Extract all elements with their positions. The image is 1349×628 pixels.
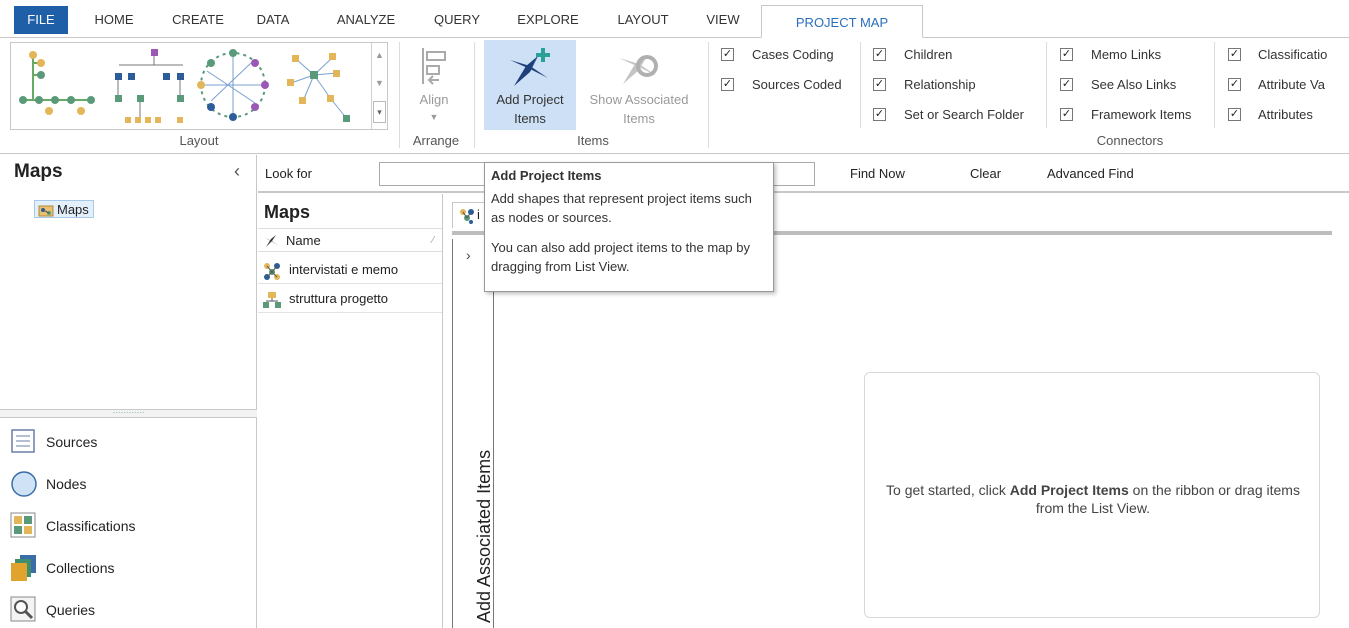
tooltip-body-secondary: You can also add project items to the ma… [491, 240, 750, 274]
tab-data[interactable]: DATA [252, 8, 294, 32]
sources-icon [11, 429, 35, 453]
queries-icon [10, 596, 36, 622]
map-column-icon [265, 235, 279, 247]
add-project-items-icon [510, 48, 550, 86]
add-project-items-tooltip: Add Project Items Add shapes that repres… [484, 162, 774, 292]
gallery-expand-icon[interactable]: ▾ [373, 101, 386, 123]
tab-explore[interactable]: EXPLORE [512, 8, 584, 32]
show-associated-items-icon [619, 55, 658, 84]
add-project-items-button[interactable]: Add Project Items [484, 40, 576, 130]
checkbox-icon: ✓ [1228, 48, 1241, 61]
ribbon: ▲ ▼ ▾ Layout Align ▼ Arrange Add Project… [0, 37, 1349, 154]
circular-layout-icon[interactable] [197, 49, 269, 121]
sort-indicator-icon: ⁄ [432, 235, 434, 246]
navigation-pane: Maps ‹ Maps ⋯⋯⋯⋯ Sources Nodes Classific… [0, 155, 257, 628]
ribbon-clip-area: ✓ Classificatio ✓ Attribute Va ✓ Attributes [1228, 47, 1328, 122]
group-label-layout: Layout [179, 133, 219, 148]
gallery-scrollbar[interactable]: ▲ ▼ ▾ [371, 43, 387, 129]
tree-layout-icon[interactable] [115, 49, 184, 123]
tooltip-title: Add Project Items [491, 168, 602, 183]
align-dropdown-icon: ▼ [429, 112, 439, 122]
add-associated-items-panel[interactable]: › Add Associated Items [452, 239, 494, 628]
gallery-down-icon[interactable]: ▼ [373, 73, 386, 93]
align-icon [422, 48, 446, 85]
tab-query[interactable]: QUERY [426, 8, 488, 32]
look-for-label: Look for [265, 166, 312, 181]
nav-category-classifications[interactable]: Classifications [10, 511, 135, 541]
ribbon-tab-bar: FILE HOME CREATE DATA ANALYZE QUERY EXPL… [0, 0, 1349, 38]
navigation-title: Maps [14, 161, 63, 182]
show-associated-items-label-1: Show Associated [589, 92, 689, 107]
document-tab-label: i [477, 207, 480, 222]
tree-item-maps[interactable]: Maps [34, 200, 94, 218]
collections-icon [11, 555, 36, 581]
expand-panel-icon[interactable]: › [466, 247, 471, 263]
gallery-up-icon[interactable]: ▲ [373, 45, 386, 65]
show-associated-items-label-2: Items [623, 111, 655, 126]
group-label-items: Items [577, 133, 609, 148]
checkbox-icon: ✓ [1228, 78, 1241, 91]
checkbox-icon: ✓ [1060, 48, 1073, 61]
pane-splitter[interactable]: ⋯⋯⋯⋯ [0, 409, 257, 418]
ribbon-separator [1214, 42, 1215, 128]
ribbon-separator [708, 42, 709, 148]
list-item[interactable]: intervistati e memo [258, 256, 442, 284]
list-title: Maps [264, 202, 311, 222]
checkbox-icon: ✓ [721, 78, 734, 91]
list-item[interactable]: struttura progetto [258, 285, 442, 313]
nav-category-collections[interactable]: Collections [10, 553, 114, 583]
checkbox-icon: ✓ [873, 78, 886, 91]
align-button[interactable]: Align ▼ [408, 40, 460, 130]
nav-category-nodes[interactable]: Nodes [10, 469, 86, 499]
tree-item-label: Maps [57, 202, 89, 217]
layout-gallery[interactable]: ▲ ▼ ▾ [10, 42, 388, 130]
classifications-icon [10, 512, 36, 538]
list-view: Maps Name ⁄ intervistati e memo struttur… [258, 194, 443, 628]
checkbox-icon: ✓ [873, 108, 886, 121]
tab-analyze[interactable]: ANALYZE [326, 8, 406, 32]
checkbox-icon: ✓ [1060, 78, 1073, 91]
add-project-items-label-1: Add Project [496, 92, 564, 107]
column-header-name[interactable]: Name ⁄ [258, 228, 442, 252]
getting-started-text: To get started, click Add Project Items … [886, 482, 1300, 516]
clear-button[interactable]: Clear [970, 166, 1001, 181]
align-label: Align [419, 92, 449, 107]
maps-folder-icon [38, 205, 54, 217]
ribbon-separator [474, 42, 475, 148]
project-map-icon [264, 263, 280, 280]
group-label-arrange: Arrange [412, 133, 460, 148]
tab-file[interactable]: FILE [14, 6, 68, 34]
nodes-icon [11, 471, 37, 497]
tab-layout[interactable]: LAYOUT [608, 8, 678, 32]
checkbox-icon: ✓ [721, 48, 734, 61]
project-map-icon [460, 209, 474, 224]
nav-category-queries[interactable]: Queries [10, 595, 95, 625]
ribbon-separator [860, 42, 861, 128]
nav-category-sources[interactable]: Sources [10, 427, 97, 457]
advanced-find-button[interactable]: Advanced Find [1047, 166, 1134, 181]
checkbox-icon: ✓ [1228, 108, 1241, 121]
ribbon-separator [399, 42, 400, 148]
tab-project-map[interactable]: PROJECT MAP [761, 5, 923, 38]
horizontal-layout-icon[interactable] [19, 51, 95, 115]
getting-started-box: To get started, click Add Project Items … [864, 372, 1320, 618]
layout-thumbnails [19, 49, 350, 123]
concept-map-icon [263, 292, 281, 308]
tooltip-body: Add shapes that represent project items … [491, 191, 752, 225]
checkbox-icon: ✓ [1060, 108, 1073, 121]
find-bar: Look for Find Now Clear Advanced Find [258, 155, 1349, 193]
ribbon-separator [1046, 42, 1047, 128]
tab-view[interactable]: VIEW [700, 8, 746, 32]
hub-layout-icon[interactable] [287, 53, 350, 122]
add-associated-items-label: Add Associated Items [474, 449, 494, 623]
add-project-items-label-2: Items [514, 111, 546, 126]
tab-home[interactable]: HOME [84, 8, 144, 32]
checkbox-icon: ✓ [873, 48, 886, 61]
tab-create[interactable]: CREATE [164, 8, 232, 32]
collapse-pane-icon[interactable]: ‹ [234, 161, 240, 182]
find-now-button[interactable]: Find Now [850, 166, 905, 181]
show-associated-items-button[interactable]: Show Associated Items [582, 40, 696, 130]
group-label-connectors: Connectors [1096, 133, 1164, 148]
